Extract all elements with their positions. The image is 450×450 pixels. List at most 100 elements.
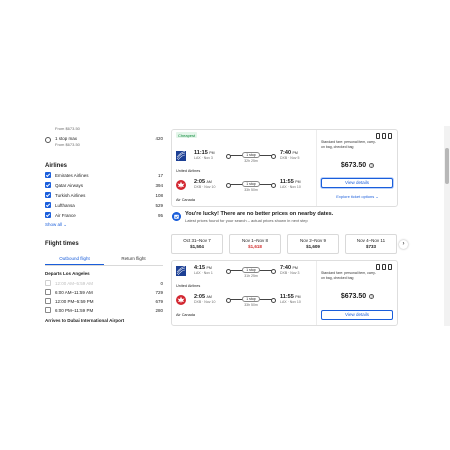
time-filter-evening[interactable]: 6:00 PM–11:59 PM 280 [45, 306, 163, 314]
view-details-button[interactable]: View details [321, 310, 393, 320]
carrier-name: Air Canada [176, 313, 195, 317]
united-airlines-logo-icon [176, 266, 186, 276]
price: $673.50? [317, 162, 398, 169]
tile-price: $733 [365, 244, 376, 249]
carry-on-bag-icon [382, 133, 386, 139]
airline-count: 529 [155, 202, 163, 208]
radio-button[interactable] [45, 137, 51, 143]
checkbox-checked[interactable] [45, 212, 51, 218]
show-all-airlines-link[interactable]: Show all ⌄ [45, 222, 67, 228]
airline-name: Lufthansa [55, 202, 75, 208]
airline-name: Turkish Airlines [55, 192, 86, 198]
airline-filter-qatar[interactable]: Qatar Airways 394 [45, 181, 163, 189]
checkbox-checked[interactable] [45, 172, 51, 178]
nearby-dates-banner: You're lucky! There are no better prices… [171, 211, 443, 231]
airline-count: 95 [157, 212, 163, 218]
checkbox-unchecked[interactable] [45, 298, 51, 304]
time-range-count: 729 [155, 289, 163, 295]
flight-times-heading: Flight times [45, 241, 79, 247]
return-leg: 2:05 AM DXB · Nov 10 1 stop 33h 50m 11:5… [176, 292, 316, 312]
departs-label: Departs Los Angeles [45, 271, 90, 276]
airline-name: Emirates Airlines [55, 172, 89, 178]
arrival-airport-date: DXB · Nov 5 [280, 156, 300, 160]
airline-filter-air-france[interactable]: Air France 95 [45, 211, 163, 219]
cheapest-badge: Cheapest [176, 132, 198, 138]
checkbox-unchecked[interactable] [45, 289, 51, 295]
info-icon[interactable]: ? [369, 293, 375, 299]
return-leg: 2:05 AM DXB · Nov 10 1 stop 33h 50m 11:5… [176, 177, 316, 197]
flight-result-card[interactable]: 4:15 PM LAX · Nov 1 1 stop 31h 25m 7:40 … [171, 260, 398, 326]
time-filter-afternoon[interactable]: 12:00 PM–5:59 PM 679 [45, 297, 163, 305]
date-tile[interactable]: Nov 4–Nov 11 $733 [345, 234, 397, 254]
arrival: 7:40 PM DXB · Nov 5 [280, 150, 299, 161]
checkbox-checked[interactable] [45, 192, 51, 198]
bag-icons [376, 133, 392, 139]
checkbox-unchecked[interactable] [45, 307, 51, 313]
departure-airport-date: DXB · Nov 10 [194, 300, 216, 304]
outbound-leg: 11:15 PM LAX · Nov 3 1 stop 32h 25m 7:40… [176, 148, 316, 168]
departure: 2:05 AM DXB · Nov 10 [194, 179, 215, 190]
air-canada-logo-icon [176, 180, 186, 190]
page-scrollbar[interactable] [444, 126, 450, 326]
time-range-count: 0 [160, 280, 163, 286]
flight-times-tabs: Outbound flight Return flight [45, 254, 163, 266]
bag-icons [376, 264, 392, 270]
departure: 2:05 AM DXB · Nov 10 [194, 294, 215, 305]
arrival-ampm: PM [292, 266, 298, 270]
airline-filter-turkish[interactable]: Turkish Airlines 108 [45, 191, 163, 199]
tile-price: $1,504 [190, 244, 204, 249]
time-range-label: 6:00 AM–11:59 AM [55, 289, 93, 295]
time-filter-early-morning: 12:00 AM–5:59 AM 0 [45, 279, 163, 287]
tab-outbound-flight[interactable]: Outbound flight [45, 254, 104, 265]
airline-filter-emirates[interactable]: Emirates Airlines 17 [45, 171, 163, 179]
chevron-right-icon[interactable]: › [399, 240, 408, 249]
explore-label: Explore ticket options [336, 194, 375, 199]
explore-ticket-options-link[interactable]: Explore ticket options ⌄ [317, 194, 398, 199]
date-tile[interactable]: Nov 1–Nov 8 $1,618 [229, 234, 281, 254]
time-filter-morning[interactable]: 6:00 AM–11:59 AM 729 [45, 288, 163, 296]
checkbox-checked[interactable] [45, 182, 51, 188]
checkbox-checked[interactable] [45, 202, 51, 208]
stop-option-1-stop[interactable]: 1 stop max From $673.50 420 [45, 136, 163, 147]
carry-on-bag-icon [382, 264, 386, 270]
results-list: Cheapest 11:15 PM LAX · Nov 3 1 stop 32h… [171, 126, 443, 326]
banner-title: You're lucky! There are no better prices… [185, 211, 334, 217]
airlines-heading: Airlines [45, 163, 68, 169]
stop-option-any[interactable]: From $673.50 [45, 126, 163, 133]
arrival-airport-date: LAX · Nov 10 [280, 185, 301, 189]
scrollbar-thumb[interactable] [445, 148, 449, 184]
chevron-down-icon: ⌄ [63, 222, 68, 227]
arrives-label: Arrives to Dubai International Airport [45, 318, 125, 323]
checked-bag-icon [388, 133, 392, 139]
personal-item-icon [376, 264, 380, 270]
duration: 33h 50m [244, 188, 258, 192]
time-range-label: 12:00 PM–5:59 PM [55, 298, 94, 304]
carrier-name: Air Canada [176, 198, 195, 202]
stops-pill: 1 stop [242, 181, 260, 187]
info-icon[interactable]: ? [369, 162, 375, 168]
tab-return-flight[interactable]: Return flight [104, 254, 163, 265]
outbound-leg: 4:15 PM LAX · Nov 1 1 stop 31h 25m 7:40 … [176, 263, 316, 283]
united-airlines-logo-icon [176, 151, 186, 161]
stop-option-price: From $673.50 [55, 142, 80, 147]
price-value: $673.50 [340, 162, 367, 169]
flight-result-card[interactable]: Cheapest 11:15 PM LAX · Nov 3 1 stop 32h… [171, 129, 398, 207]
airline-filter-lufthansa[interactable]: Lufthansa 529 [45, 201, 163, 209]
tile-price: $1,609 [306, 244, 320, 249]
tile-dates: Nov 2–Nov 9 [299, 238, 326, 243]
time-range-label: 12:00 AM–5:59 AM [55, 280, 94, 286]
price-value: $673.50 [340, 293, 367, 300]
view-details-button[interactable]: View details [321, 178, 393, 188]
tile-dates: Nov 4–Nov 11 [356, 238, 386, 243]
fare-description: Standard fare: personal item, carry-on b… [321, 140, 377, 149]
airline-count: 108 [155, 192, 163, 198]
air-canada-logo-icon [176, 295, 186, 305]
airline-name: Air France [55, 212, 76, 218]
arrival: 11:55 PM LAX · Nov 10 [280, 294, 301, 305]
duration: 33h 50m [244, 303, 258, 307]
date-tile[interactable]: Nov 2–Nov 9 $1,609 [287, 234, 339, 254]
date-tile[interactable]: Oct 31–Nov 7 $1,504 [171, 234, 223, 254]
arrival-ampm: PM [295, 180, 301, 184]
time-range-count: 280 [155, 307, 163, 313]
price: $673.50? [317, 293, 398, 300]
